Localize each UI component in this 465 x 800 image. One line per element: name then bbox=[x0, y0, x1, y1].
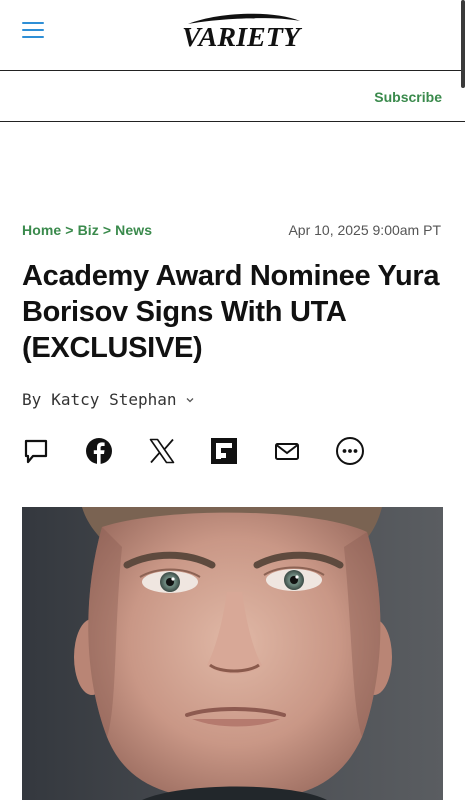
subscribe-bar: Subscribe bbox=[0, 72, 465, 122]
byline-prefix: By bbox=[22, 390, 42, 409]
byline: By Katcy Stephan bbox=[22, 390, 194, 409]
breadcrumb-home[interactable]: Home bbox=[22, 222, 61, 238]
publish-date: Apr 10, 2025 9:00am PT bbox=[288, 222, 441, 238]
variety-logo[interactable]: VARIETY bbox=[178, 12, 304, 52]
subscribe-link[interactable]: Subscribe bbox=[374, 89, 442, 105]
breadcrumb: Home > Biz > News bbox=[22, 222, 152, 238]
email-icon[interactable] bbox=[272, 436, 302, 466]
chevron-down-icon[interactable] bbox=[186, 396, 194, 404]
flipboard-icon[interactable] bbox=[209, 436, 239, 466]
comment-icon[interactable] bbox=[21, 436, 51, 466]
breadcrumb-biz[interactable]: Biz bbox=[78, 222, 99, 238]
hamburger-menu-icon[interactable] bbox=[22, 20, 44, 40]
breadcrumb-separator: > bbox=[65, 222, 74, 238]
breadcrumb-news[interactable]: News bbox=[115, 222, 152, 238]
site-header: VARIETY bbox=[0, 0, 465, 71]
logo-text: VARIETY bbox=[182, 22, 303, 52]
author-name[interactable]: Katcy Stephan bbox=[51, 390, 176, 409]
article-headline: Academy Award Nominee Yura Borisov Signs… bbox=[22, 260, 440, 364]
breadcrumb-separator: > bbox=[102, 222, 112, 238]
article-hero-image[interactable] bbox=[22, 507, 443, 800]
facebook-icon[interactable] bbox=[84, 436, 114, 466]
more-icon[interactable] bbox=[335, 436, 365, 466]
x-icon[interactable] bbox=[147, 436, 177, 466]
